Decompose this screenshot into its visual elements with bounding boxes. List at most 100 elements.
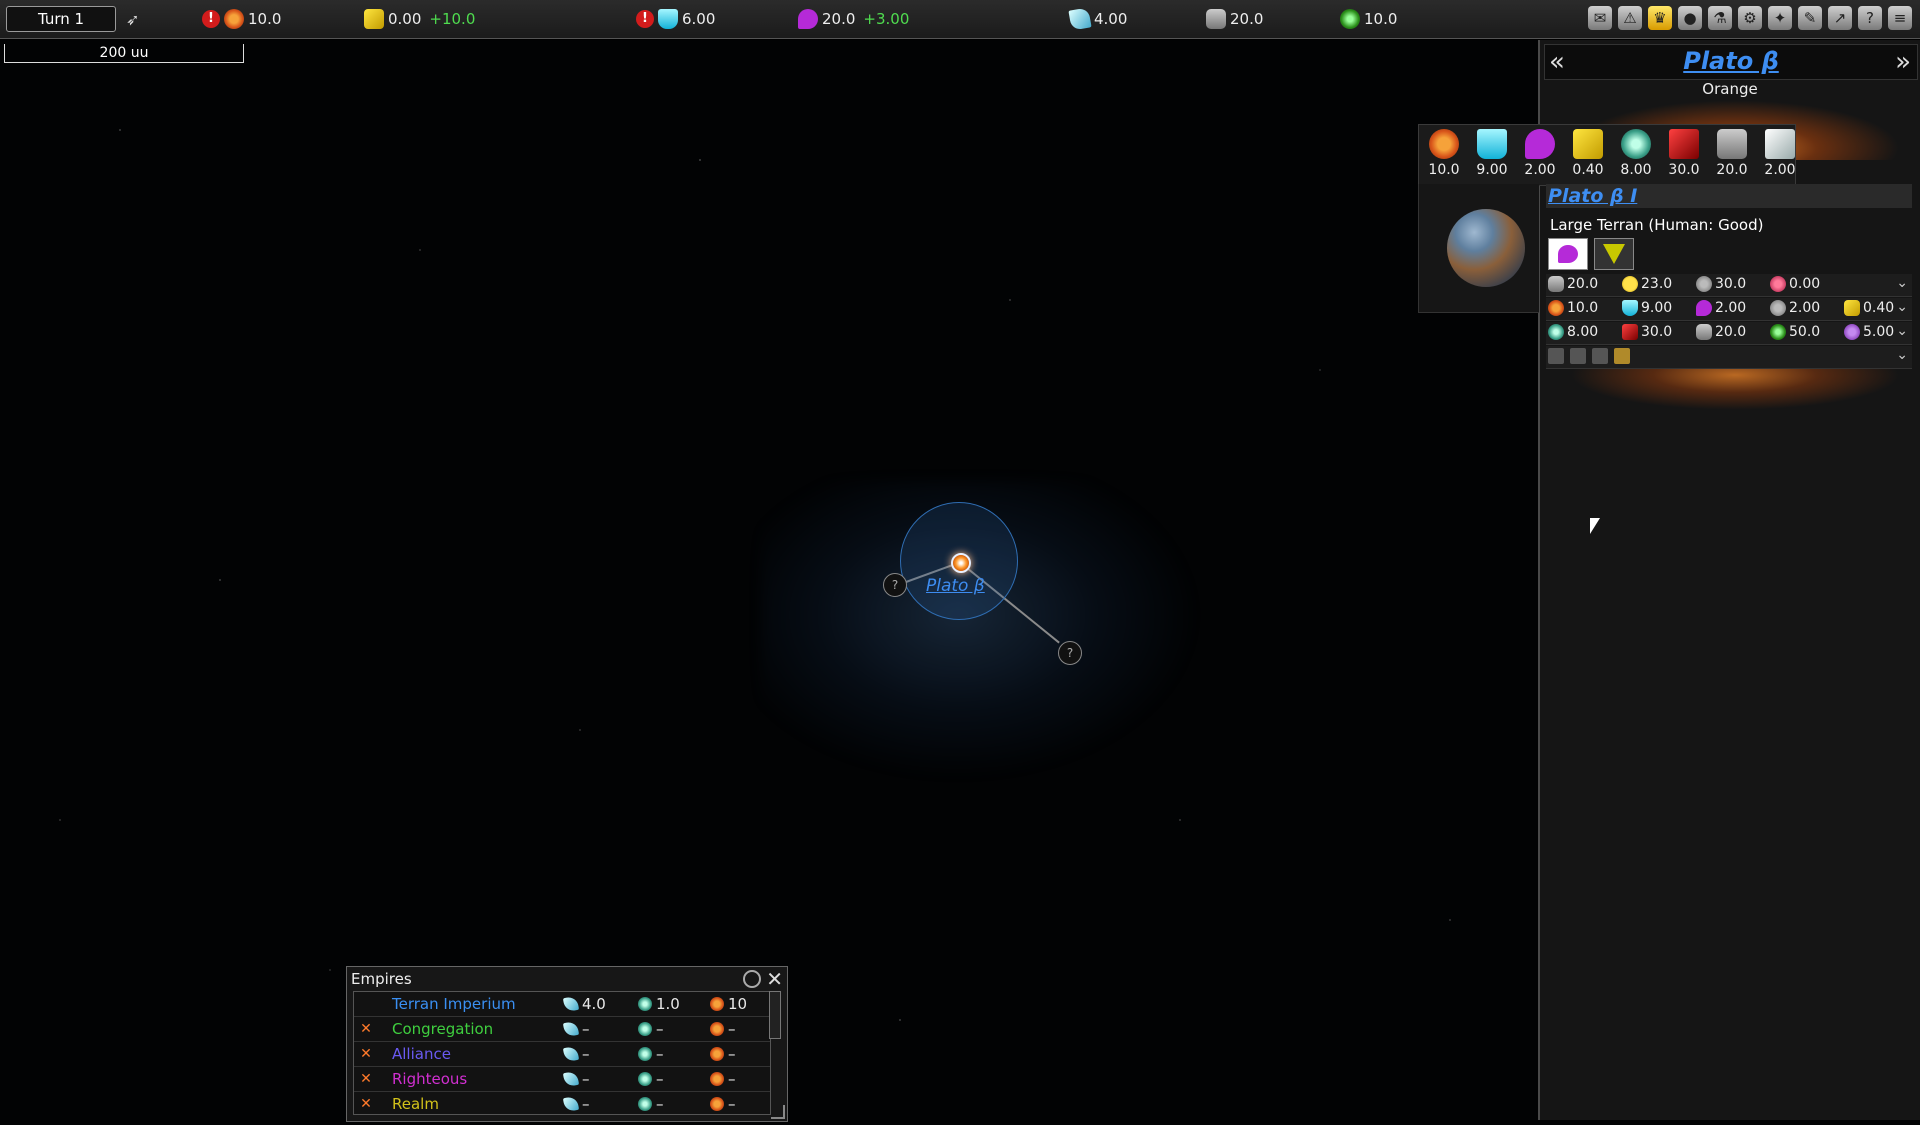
war-icon[interactable]: ✕ [358, 1021, 374, 1037]
system-label[interactable]: Plato β [926, 576, 985, 596]
empire-row[interactable]: ✕ Realm – – – [354, 1092, 770, 1114]
planet-buildings-row: ⌄ [1546, 346, 1912, 369]
stat-value: 0.40 [1863, 300, 1895, 316]
fleet-value: – [582, 1095, 590, 1113]
graphs-icon[interactable]: ↗ [1828, 6, 1852, 30]
troops-icon [1717, 129, 1747, 159]
empire-name[interactable]: Terran Imperium [392, 995, 516, 1013]
building-icon[interactable] [1614, 348, 1630, 364]
empire-row[interactable]: ✕ Righteous – – – [354, 1067, 770, 1092]
menu-buttons: ✉ ⚠ ♛ ● ⚗ ⚙ ✦ ✎ ↗ ? ≡ [1588, 6, 1912, 30]
trade-icon [364, 9, 384, 29]
fleet-icon [562, 1045, 580, 1063]
expand-icon[interactable]: ⌄ [1896, 275, 1908, 291]
resize-grip-icon[interactable] [771, 1105, 785, 1119]
empires-icon[interactable]: ♛ [1648, 6, 1672, 30]
game-screen: Plato β ? ? 200 uu Turn 1 ➶ ! 10.0 0.00 … [0, 0, 1920, 1125]
construction-stat: 30.0 [1696, 276, 1746, 292]
detection-stat: 50.0 [1770, 324, 1820, 340]
planets-column: – [638, 1095, 664, 1113]
objects-icon[interactable]: ● [1678, 6, 1702, 30]
close-icon[interactable]: ✕ [766, 967, 783, 991]
stat-value: 8.00 [1567, 324, 1599, 340]
star-icon[interactable] [951, 553, 971, 573]
population-indicator[interactable]: 20.0 [1206, 8, 1263, 30]
trade-value: 0.00 [388, 10, 422, 28]
auto-turn-icon[interactable]: ➶ [126, 8, 139, 30]
unexplored-system-icon[interactable]: ? [883, 573, 907, 597]
research-indicator[interactable]: ! 6.00 [636, 8, 715, 30]
industry-indicator[interactable]: ! 10.0 [202, 8, 281, 30]
focus-dropdown-icon[interactable] [1594, 238, 1634, 270]
empire-row[interactable]: ✕ Alliance – – – [354, 1042, 770, 1067]
industry-column: 10 [710, 995, 747, 1013]
fleet-indicator[interactable]: 4.00 [1068, 7, 1127, 31]
empire-name[interactable]: Alliance [392, 1045, 451, 1063]
help-icon[interactable]: ? [1858, 6, 1882, 30]
planet-image-box[interactable] [1418, 184, 1539, 313]
population-value: 20.0 [1230, 10, 1264, 28]
happiness-icon [1622, 276, 1638, 292]
industry-column: – [710, 1020, 736, 1038]
messages-icon[interactable]: ✉ [1588, 6, 1612, 30]
unexplored-system-icon[interactable]: ? [1058, 641, 1082, 665]
stat-value: 30.0 [1715, 276, 1747, 292]
warning-icon: ! [636, 10, 654, 28]
resource-value: 10.0 [1428, 162, 1460, 178]
next-system-button[interactable]: » [1895, 47, 1911, 77]
empire-row[interactable]: ✕ Congregation – – – [354, 1017, 770, 1042]
production-icon[interactable]: ⚙ [1738, 6, 1762, 30]
planets-value: – [656, 1045, 664, 1063]
war-icon[interactable]: ✕ [358, 1071, 374, 1087]
construction-icon [1696, 276, 1712, 292]
stockpile-icon [1770, 300, 1786, 316]
trade-indicator[interactable]: 0.00 +10.0 [364, 8, 475, 30]
resource-industry: 10.0 [1421, 129, 1467, 178]
resource-trade: 0.40 [1565, 129, 1611, 178]
war-icon[interactable]: ✕ [358, 1046, 374, 1062]
menu-icon[interactable]: ≡ [1888, 6, 1912, 30]
empires-window-title[interactable]: Empires [351, 970, 412, 988]
alert-icon[interactable]: ⚠ [1618, 6, 1642, 30]
influence-focus-icon[interactable] [1548, 238, 1588, 270]
empires-window: Empires ✕ Terran Imperium 4.0 1.0 10 ✕ C… [346, 966, 788, 1122]
empire-row[interactable]: Terran Imperium 4.0 1.0 10 [354, 992, 770, 1017]
war-icon[interactable]: ✕ [358, 1096, 374, 1112]
pin-icon[interactable] [743, 970, 761, 988]
detection-icon [1770, 324, 1786, 340]
building-icon[interactable] [1548, 348, 1564, 364]
resource-research: 9.00 [1469, 129, 1515, 178]
population-stat: 20.0 [1548, 276, 1598, 292]
turn-button[interactable]: Turn 1 [6, 6, 116, 32]
resource-value: 30.0 [1668, 162, 1700, 178]
expand-icon[interactable]: ⌄ [1896, 299, 1908, 315]
expand-icon[interactable]: ⌄ [1896, 323, 1908, 339]
system-title[interactable]: Plato β [1545, 47, 1917, 75]
detection-indicator[interactable]: 10.0 [1340, 8, 1397, 30]
building-icon[interactable] [1570, 348, 1586, 364]
research-icon[interactable]: ⚗ [1708, 6, 1732, 30]
empire-name[interactable]: Realm [392, 1095, 439, 1113]
design-icon[interactable]: ✎ [1798, 6, 1822, 30]
trade-icon [1573, 129, 1603, 159]
scrollbar[interactable] [769, 991, 781, 1039]
planet-icon [638, 1047, 652, 1061]
fleet-value: – [582, 1020, 590, 1038]
empire-name[interactable]: Righteous [392, 1070, 467, 1088]
industry-icon [710, 997, 724, 1011]
fleet-column: – [562, 1070, 590, 1088]
government-icon[interactable]: ✦ [1768, 6, 1792, 30]
building-icon[interactable] [1592, 348, 1608, 364]
empires-list: Terran Imperium 4.0 1.0 10 ✕ Congregatio… [353, 991, 771, 1115]
planet-globe[interactable] [1447, 209, 1525, 287]
influence-indicator[interactable]: 20.0 +3.00 [798, 8, 909, 30]
planets-column: – [638, 1070, 664, 1088]
planet-name[interactable]: Plato β I [1548, 185, 1637, 207]
fleet-icon [562, 1070, 580, 1088]
stat-value: 20.0 [1715, 324, 1747, 340]
research-value: 6.00 [682, 10, 716, 28]
empire-name[interactable]: Congregation [392, 1020, 493, 1038]
industry-value: 10.0 [248, 10, 282, 28]
expand-icon[interactable]: ⌄ [1896, 347, 1908, 363]
resource-stockpile: 2.00 [1757, 129, 1803, 178]
